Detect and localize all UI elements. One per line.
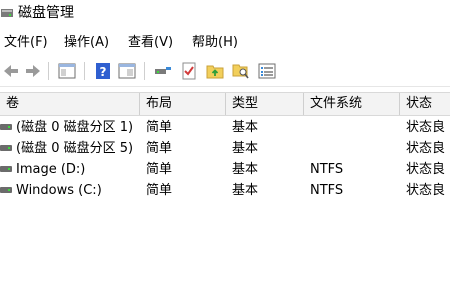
volume-name: (磁盘 0 磁盘分区 1) — [16, 120, 134, 135]
volume-layout: 简单 — [146, 141, 173, 156]
volume-icon — [0, 166, 12, 172]
volume-type: 基本 — [232, 183, 259, 198]
table-header: 卷 布局 类型 文件系统 状态 — [0, 92, 450, 116]
column-header-volume[interactable]: 卷 — [0, 93, 140, 115]
table-row[interactable]: Windows (C:) 简单 基本 NTFS 状态良 — [0, 180, 450, 201]
console-tree-icon[interactable] — [56, 60, 78, 82]
menu-bar: 文件(F) 操作(A) 查看(V) 帮助(H) — [0, 32, 450, 54]
menu-help[interactable]: 帮助(H) — [192, 32, 238, 54]
volume-type: 基本 — [232, 141, 259, 156]
toolbar-separator — [144, 62, 145, 80]
volume-status: 状态良 — [406, 183, 446, 198]
volume-icon — [0, 145, 12, 151]
window-title: 磁盘管理 — [18, 5, 74, 21]
toolbar-separator — [84, 62, 85, 80]
menu-view[interactable]: 查看(V) — [128, 32, 173, 54]
volume-type: 基本 — [232, 162, 259, 177]
column-header-type[interactable]: 类型 — [226, 93, 304, 115]
search-folder-icon[interactable] — [230, 60, 252, 82]
volume-name: (磁盘 0 磁盘分区 5) — [16, 141, 134, 156]
column-header-status[interactable]: 状态 — [400, 93, 450, 115]
volume-icon — [0, 187, 12, 193]
volume-layout: 简单 — [146, 183, 173, 198]
volume-filesystem: NTFS — [310, 183, 344, 198]
help-icon[interactable]: ? — [92, 60, 114, 82]
toolbar-separator — [48, 62, 49, 80]
volume-name: Image (D:) — [16, 162, 86, 177]
column-header-filesystem[interactable]: 文件系统 — [304, 93, 400, 115]
volume-name: Windows (C:) — [16, 183, 102, 198]
forward-arrow-icon[interactable] — [22, 60, 44, 82]
disk-management-icon — [1, 9, 13, 17]
check-icon[interactable] — [178, 60, 200, 82]
properties-icon[interactable] — [116, 60, 138, 82]
table-row[interactable]: (磁盘 0 磁盘分区 1) 简单 基本 状态良 — [0, 117, 450, 138]
toolbar: ? — [0, 56, 450, 87]
back-arrow-icon[interactable] — [0, 60, 22, 82]
connect-icon[interactable] — [152, 60, 174, 82]
column-header-layout[interactable]: 布局 — [140, 93, 226, 115]
volume-status: 状态良 — [406, 120, 446, 135]
folder-up-icon[interactable] — [204, 60, 226, 82]
volume-layout: 简单 — [146, 120, 173, 135]
volume-status: 状态良 — [406, 141, 446, 156]
svg-text:?: ? — [100, 65, 107, 79]
table-row[interactable]: Image (D:) 简单 基本 NTFS 状态良 — [0, 159, 450, 180]
volume-icon — [0, 124, 12, 130]
table-row[interactable]: (磁盘 0 磁盘分区 5) 简单 基本 状态良 — [0, 138, 450, 159]
volume-status: 状态良 — [406, 162, 446, 177]
title-bar: 磁盘管理 — [0, 0, 450, 28]
list-view-icon[interactable] — [256, 60, 278, 82]
menu-file[interactable]: 文件(F) — [4, 32, 48, 54]
volume-layout: 简单 — [146, 162, 173, 177]
menu-action[interactable]: 操作(A) — [64, 32, 109, 54]
volume-filesystem: NTFS — [310, 162, 344, 177]
volume-type: 基本 — [232, 120, 259, 135]
